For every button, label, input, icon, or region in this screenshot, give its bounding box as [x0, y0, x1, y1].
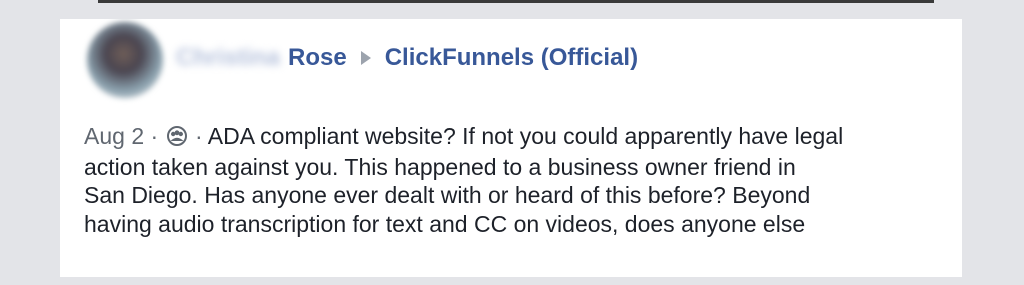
- post-date[interactable]: Aug 2: [84, 123, 144, 149]
- meta-separator: ·: [194, 123, 203, 149]
- meta-separator: ·: [150, 123, 159, 149]
- post-text-line-1: ADA compliant website? If not you could …: [207, 123, 844, 149]
- arrow-right-icon: [360, 51, 371, 65]
- post-body: Aug 2 · · ADA compliant website? If not …: [84, 122, 944, 238]
- group-name-link[interactable]: ClickFunnels (Official): [385, 44, 638, 72]
- post-header: Christina Rose ClickFunnels (Official): [176, 43, 638, 73]
- group-audience-icon[interactable]: [166, 124, 188, 153]
- post-text-line-4: having audio transcription for text and …: [84, 210, 806, 237]
- post-text-line-3: San Diego. Has anyone ever dealt with or…: [84, 182, 811, 208]
- author-avatar[interactable]: [87, 22, 163, 98]
- author-last-name[interactable]: Rose: [288, 44, 347, 72]
- post-card: Christina Rose ClickFunnels (Official) A…: [60, 19, 962, 277]
- post-text-line-2: action taken against you. This happened …: [84, 153, 796, 180]
- top-edge-strip: [98, 0, 934, 3]
- author-first-name-blurred[interactable]: Christina: [176, 44, 280, 72]
